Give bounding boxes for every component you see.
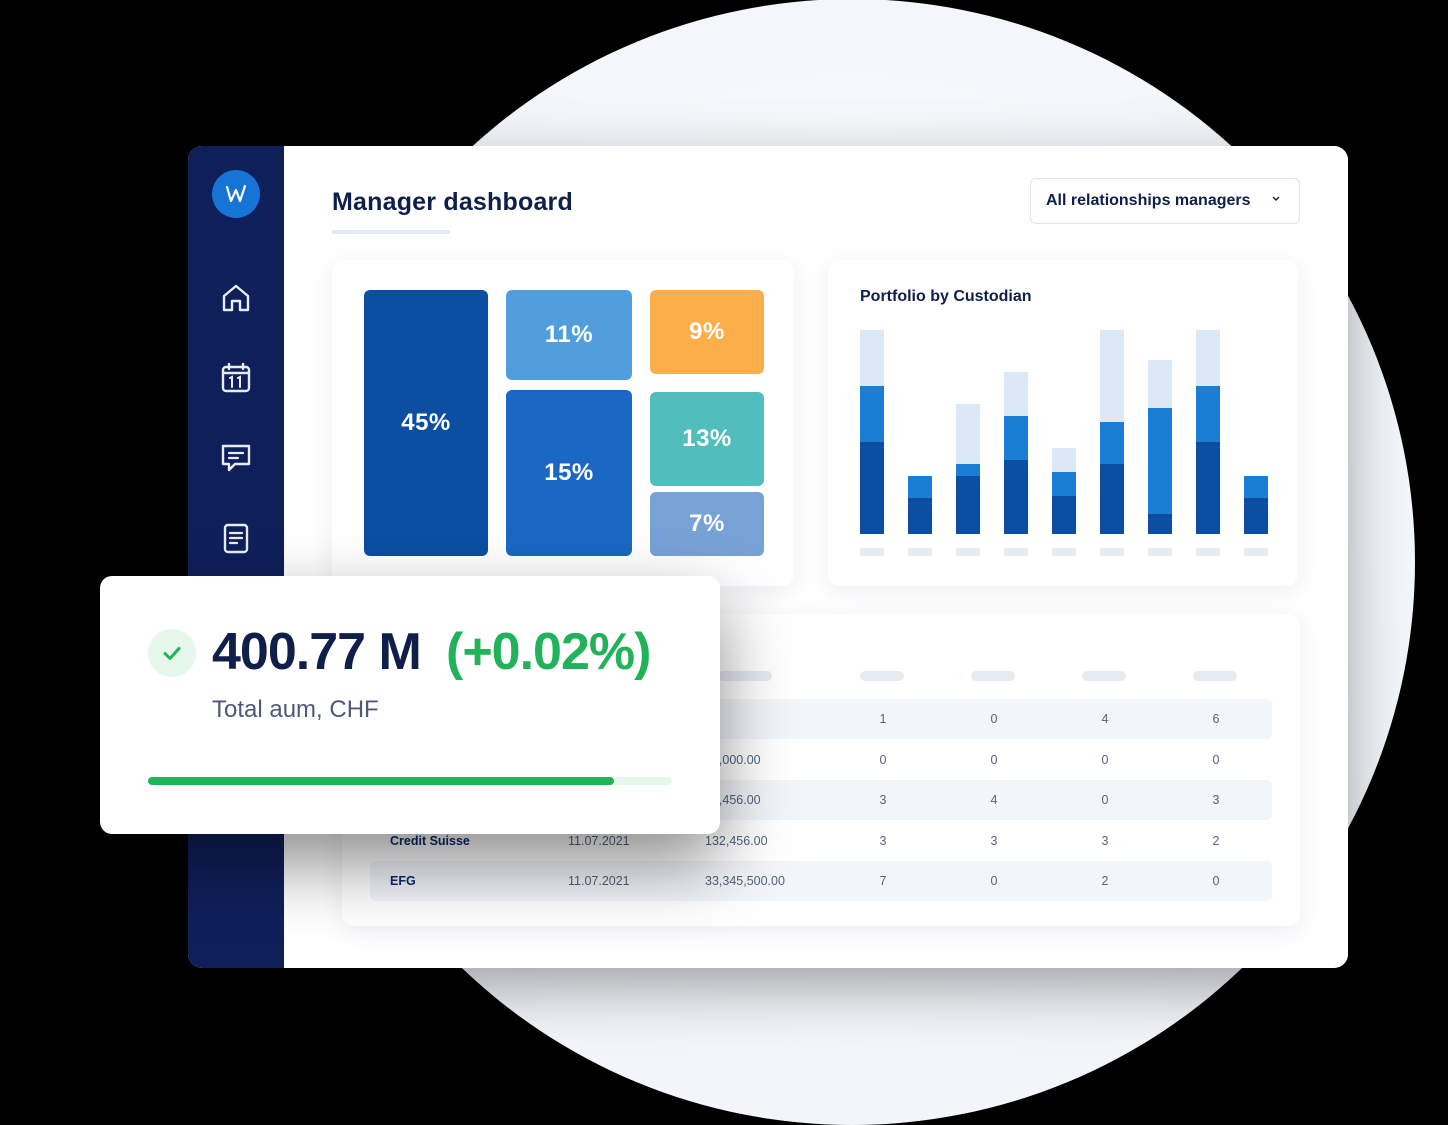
treemap-tile[interactable]: 45%: [364, 290, 488, 556]
bar-segment[interactable]: [1100, 330, 1124, 422]
allocation-treemap: 45% 11% 15% 9% 13% 7%: [332, 260, 794, 586]
treemap-tile[interactable]: 13%: [650, 392, 764, 486]
cell-amount: 33,345,500.00: [705, 874, 785, 888]
bar-segment[interactable]: [1244, 498, 1268, 534]
treemap-tile-label: 13%: [682, 425, 732, 452]
sidebar: [188, 146, 284, 968]
column-header: [1082, 671, 1126, 681]
bar-segment[interactable]: [1100, 464, 1124, 534]
treemap-tile[interactable]: 11%: [506, 290, 632, 380]
chevron-down-icon: [1272, 196, 1280, 202]
cell-count: 3: [879, 793, 887, 807]
w-logo-icon[interactable]: [212, 170, 260, 218]
cell-name: EFG: [390, 874, 416, 888]
cell-count: 3: [990, 833, 998, 848]
bar-segment[interactable]: [956, 464, 980, 476]
x-tick-label: [1100, 548, 1124, 556]
cell-count: 3: [879, 833, 887, 848]
bar-segment[interactable]: [1052, 496, 1076, 534]
relationship-manager-select-value: All relationships managers: [1046, 192, 1251, 209]
chat-icon[interactable]: [218, 440, 254, 476]
treemap-tile-label: 15%: [544, 459, 594, 486]
calendar-icon[interactable]: [218, 360, 254, 396]
bar-segment[interactable]: [1148, 408, 1172, 514]
cell-count: 0: [990, 874, 998, 888]
cell-count: 2: [1101, 874, 1109, 888]
bar-segment[interactable]: [1148, 514, 1172, 534]
bar-segment[interactable]: [1052, 448, 1076, 472]
cell-count: 4: [1101, 712, 1109, 726]
cell-count: 2: [1212, 833, 1220, 848]
column-header: [1193, 671, 1237, 681]
bar-segment[interactable]: [1004, 416, 1028, 460]
main-content: Manager dashboard All relationships mana…: [284, 146, 1348, 968]
x-tick-label: [1148, 548, 1172, 556]
bar-segment[interactable]: [956, 404, 980, 464]
relationship-manager-select[interactable]: All relationships managers: [1030, 178, 1300, 224]
cell-count: 0: [1101, 793, 1109, 807]
bar-segment[interactable]: [1100, 422, 1124, 464]
total-aum-card: 400.77 M (+0.02%) Total aum, CHF: [100, 576, 720, 834]
x-tick-label: [1196, 548, 1220, 556]
treemap-tile[interactable]: 15%: [506, 390, 632, 556]
bar-segment[interactable]: [1244, 476, 1268, 498]
treemap-tile[interactable]: 7%: [650, 492, 764, 556]
column-header: [718, 671, 772, 681]
bar-segment[interactable]: [1196, 386, 1220, 442]
aum-label: Total aum, CHF: [212, 696, 379, 723]
cell-count: 0: [1212, 874, 1220, 888]
aum-progress-fill: [148, 777, 615, 785]
cell-count: 4: [990, 793, 998, 807]
x-tick-label: [1244, 548, 1268, 556]
home-icon[interactable]: [218, 280, 254, 316]
table-row[interactable]: EFG 11.07.2021 33,345,500.00 7 0 2 0: [370, 861, 1272, 901]
bar-segment[interactable]: [1004, 372, 1028, 416]
x-tick-label: [908, 548, 932, 556]
cell-count: 7: [879, 874, 887, 888]
bar-segment[interactable]: [1196, 442, 1220, 534]
x-tick-label: [860, 548, 884, 556]
bar-segment[interactable]: [908, 476, 932, 498]
x-tick-label: [1004, 548, 1028, 556]
bar-segment[interactable]: [956, 476, 980, 534]
cell-count: 1: [879, 712, 887, 726]
aum-change: (+0.02%): [446, 623, 651, 681]
cell-count: 6: [1212, 712, 1220, 726]
treemap-tile-label: 7%: [689, 510, 725, 537]
aum-value: 400.77 M: [212, 623, 422, 681]
treemap-tile-label: 11%: [544, 321, 594, 348]
column-header: [860, 671, 904, 681]
chart-plot: [860, 330, 1268, 556]
bar-segment[interactable]: [908, 498, 932, 534]
check-icon: [148, 629, 196, 677]
document-icon[interactable]: [218, 520, 254, 556]
bar-segment[interactable]: [1004, 460, 1028, 534]
cell-count: 3: [1101, 833, 1109, 848]
portfolio-by-custodian-chart: Portfolio by Custodian: [828, 260, 1298, 586]
x-tick-label: [1052, 548, 1076, 556]
bar-segment[interactable]: [860, 386, 884, 442]
treemap-tile[interactable]: 9%: [650, 290, 764, 374]
treemap-tile-label: 9%: [689, 318, 725, 345]
cell-count: 0: [1101, 752, 1109, 767]
bar-segment[interactable]: [1052, 472, 1076, 496]
column-header: [971, 671, 1015, 681]
bar-segment[interactable]: [860, 442, 884, 534]
page-title: Manager dashboard: [332, 188, 573, 216]
cell-count: 0: [879, 752, 887, 767]
cell-count: 0: [990, 712, 998, 726]
treemap-tile-label: 45%: [401, 409, 451, 436]
cell-count: 0: [1212, 752, 1220, 767]
bar-segment[interactable]: [1196, 330, 1220, 386]
bar-segment[interactable]: [1148, 360, 1172, 408]
bar-segment[interactable]: [860, 330, 884, 386]
cell-date: 11.07.2021: [568, 874, 630, 888]
app-window: Manager dashboard All relationships mana…: [188, 146, 1348, 968]
cell-count: 3: [1212, 793, 1220, 807]
cell-count: 0: [990, 752, 998, 767]
x-tick-label: [956, 548, 980, 556]
title-underline: [332, 230, 450, 234]
aum-progress-bar: [148, 777, 672, 785]
